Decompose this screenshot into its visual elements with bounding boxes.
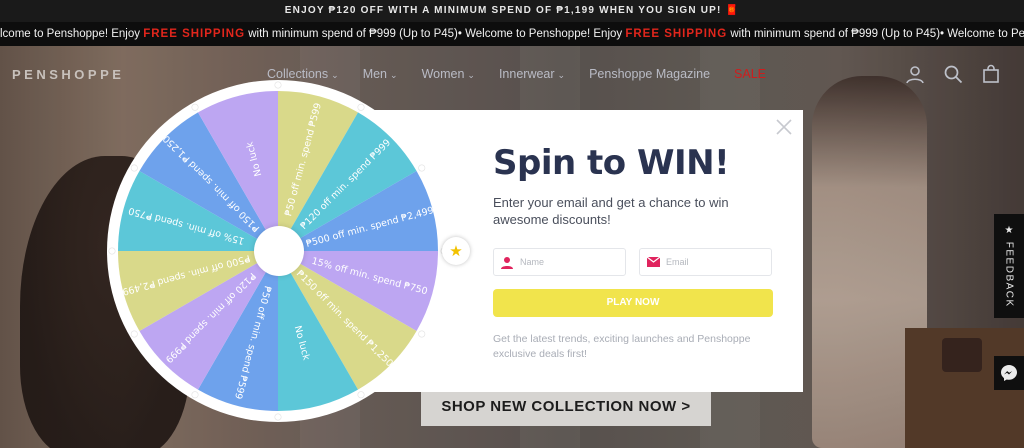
name-field[interactable]	[493, 248, 626, 276]
envelope-icon	[640, 257, 666, 267]
wheel-peg	[191, 391, 199, 399]
wheel-peg	[191, 103, 199, 111]
shipping-marquee: lcome to Penshoppe! Enjoy FREE SHIPPING …	[0, 22, 1024, 46]
wheel-peg	[357, 103, 365, 111]
close-icon[interactable]	[775, 118, 793, 136]
wheel-hub	[254, 226, 304, 276]
wheel-pointer-star-icon: ★	[442, 237, 470, 265]
announcement-text: ENJOY ₱120 OFF WITH A MINIMUM SPEND OF ₱…	[284, 5, 740, 16]
wheel-peg	[357, 391, 365, 399]
wheel-peg	[108, 247, 116, 255]
wheel-peg	[274, 81, 282, 89]
marquee-highlight-2: FREE SHIPPING	[625, 28, 728, 40]
marquee-text-1: lcome to Penshoppe! Enjoy	[0, 28, 144, 40]
play-now-button[interactable]: PLAY NOW	[493, 289, 773, 317]
popup-title: Spin to WIN!	[493, 143, 730, 183]
wheel-peg	[418, 330, 426, 338]
popup-subtitle: Enter your email and get a chance to win…	[493, 195, 729, 227]
wheel-peg	[274, 413, 282, 421]
wheel-peg	[130, 330, 138, 338]
email-field[interactable]	[639, 248, 772, 276]
email-input[interactable]	[666, 257, 756, 267]
popup-disclaimer: Get the latest trends, exciting launches…	[493, 333, 751, 360]
marquee-text-2: with minimum spend of ₱999 (Up to P45)• …	[245, 28, 626, 40]
wheel-peg	[130, 164, 138, 172]
announcement-bar: ENJOY ₱120 OFF WITH A MINIMUM SPEND OF ₱…	[0, 0, 1024, 22]
name-input[interactable]	[520, 257, 610, 267]
marquee-text-3: with minimum spend of ₱999 (Up to P45)• …	[730, 28, 1024, 40]
wheel-peg	[418, 164, 426, 172]
marquee-highlight-1: FREE SHIPPING	[143, 28, 246, 40]
user-icon	[494, 256, 520, 269]
